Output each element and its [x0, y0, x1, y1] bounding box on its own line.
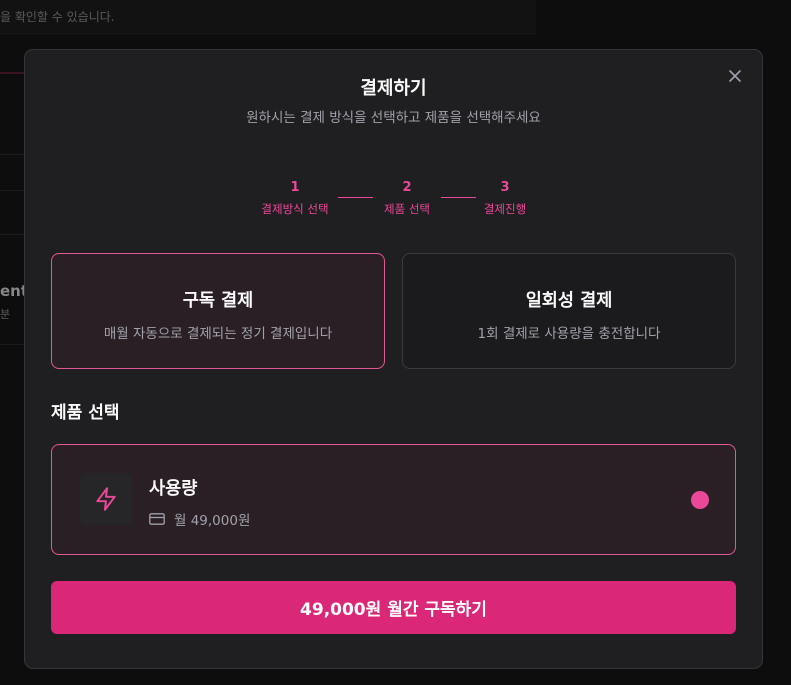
- step-number: 1: [290, 180, 300, 195]
- product-price: 월 49,000원: [174, 513, 251, 529]
- product-card-usage[interactable]: 사용량 월 49,000원: [51, 444, 736, 555]
- step-label: 결제방식 선택: [261, 202, 329, 216]
- subscribe-button[interactable]: 49,000원 월간 구독하기: [51, 581, 736, 634]
- step-label: 제품 선택: [384, 202, 430, 216]
- product-selected-radio[interactable]: [691, 491, 709, 509]
- step-number: 2: [402, 180, 412, 195]
- modal-subtitle: 원하시는 결제 방식을 선택하고 제품을 선택해주세요: [246, 110, 541, 126]
- step-connector: [338, 197, 373, 198]
- step-3: 3 결제진행: [479, 180, 531, 217]
- product-price-row: 월 49,000원: [149, 509, 250, 529]
- modal-title: 결제하기: [360, 78, 427, 99]
- step-label: 결제진행: [483, 202, 527, 216]
- option-description: 1회 결제로 사용량을 충전합니다: [477, 326, 661, 342]
- subscription-payment-option[interactable]: 구독 결제 매월 자동으로 결제되는 정기 결제입니다: [51, 253, 385, 369]
- step-connector: [441, 197, 476, 198]
- payment-modal: 결제하기 원하시는 결제 방식을 선택하고 제품을 선택해주세요 1 결제방식 …: [24, 49, 763, 669]
- step-indicator: 1 결제방식 선택 2 제품 선택 3 결제진행: [257, 180, 532, 220]
- option-title: 구독 결제: [182, 291, 254, 311]
- option-title: 일회성 결제: [525, 291, 613, 311]
- card-icon: [149, 513, 165, 525]
- step-number: 3: [500, 180, 510, 195]
- step-1: 1 결제방식 선택: [257, 180, 333, 217]
- option-description: 매월 자동으로 결제되는 정기 결제입니다: [103, 326, 333, 342]
- lightning-icon: [96, 487, 116, 511]
- one-time-payment-option[interactable]: 일회성 결제 1회 결제로 사용량을 충전합니다: [402, 253, 736, 369]
- product-section-title: 제품 선택: [51, 403, 120, 423]
- product-icon-container: [80, 473, 132, 525]
- product-name: 사용량: [149, 479, 198, 499]
- step-2: 2 제품 선택: [377, 180, 437, 217]
